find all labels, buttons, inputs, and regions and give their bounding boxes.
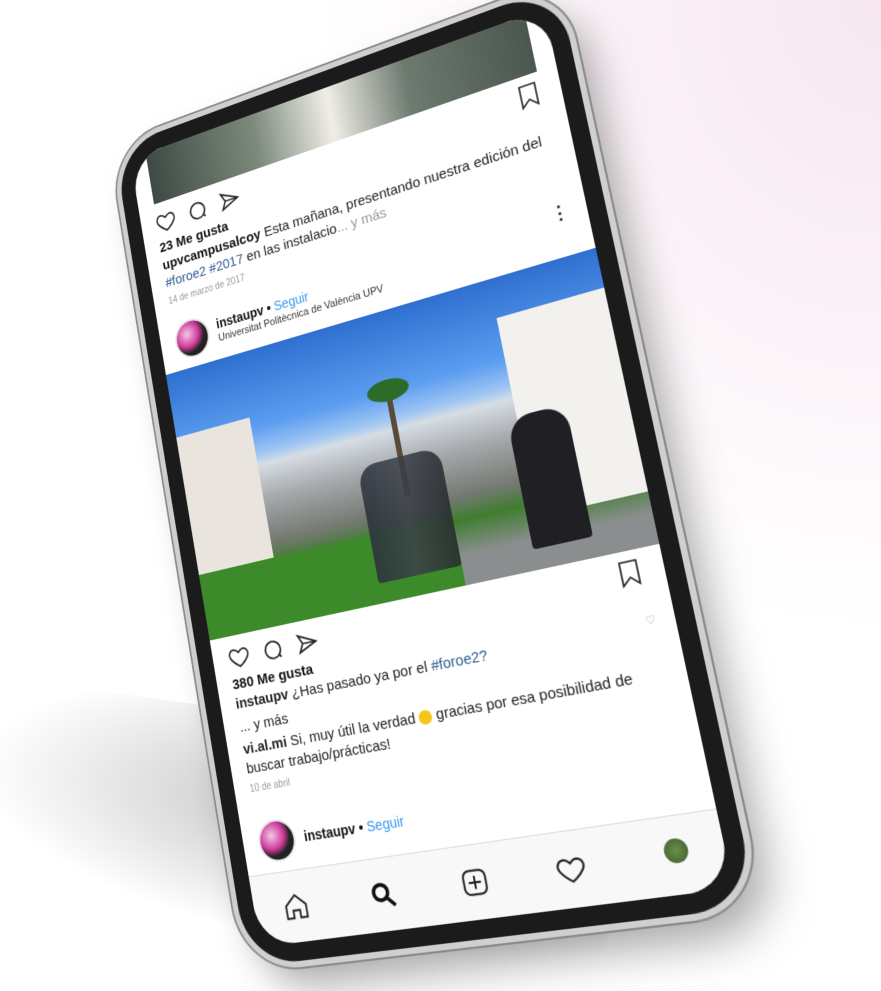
- post-username-3: instaupv • Seguir: [303, 813, 406, 845]
- options-icon[interactable]: ⋮: [549, 200, 571, 226]
- comment-icon[interactable]: [185, 196, 210, 226]
- instagram-feed[interactable]: 23 Me gusta upvcampusalcoy Esta mañana, …: [130, 8, 716, 877]
- bookmark-icon[interactable]: [516, 78, 546, 111]
- heart-icon[interactable]: [553, 851, 590, 888]
- home-icon[interactable]: [281, 889, 312, 923]
- bookmark-icon[interactable]: [615, 556, 648, 589]
- avatar[interactable]: [255, 816, 299, 865]
- share-icon[interactable]: [294, 628, 321, 658]
- tablet-screen: 23 Me gusta upvcampusalcoy Esta mañana, …: [130, 8, 734, 948]
- username[interactable]: instaupv: [303, 820, 357, 844]
- follow-button[interactable]: Seguir: [365, 813, 405, 835]
- comment-like-icon[interactable]: ♡: [644, 612, 658, 629]
- comment-icon[interactable]: [260, 635, 286, 665]
- like-icon[interactable]: [154, 207, 178, 236]
- search-icon[interactable]: [367, 877, 400, 912]
- profile-avatar: [661, 836, 691, 865]
- smile-emoji-icon: [417, 708, 434, 726]
- like-icon[interactable]: [226, 642, 252, 671]
- avatar[interactable]: [172, 314, 213, 362]
- profile-icon[interactable]: [653, 836, 692, 875]
- share-icon[interactable]: [217, 185, 242, 215]
- add-icon[interactable]: [457, 865, 492, 901]
